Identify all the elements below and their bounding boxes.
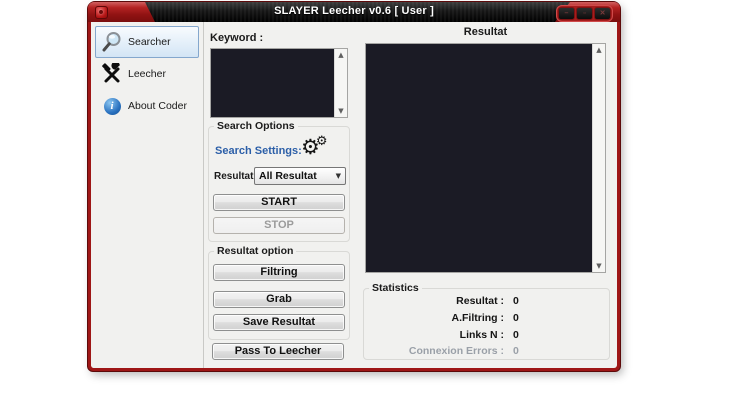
window-controls: – ▫ ✕ xyxy=(556,5,613,22)
window-title: SLAYER Leecher v0.6 [ User ] xyxy=(88,5,620,17)
stat-value: 0 xyxy=(513,345,519,359)
statistics-group: Statistics Resultat : 0 A.Filtring : 0 L… xyxy=(363,288,610,360)
resultat-output[interactable]: ▲ ▼ xyxy=(365,43,606,273)
maximize-button[interactable]: ▫ xyxy=(576,7,593,20)
statistics-group-title: Statistics xyxy=(369,282,422,294)
sidebar-item-label: Leecher xyxy=(128,68,166,80)
gears-icon[interactable]: ⚙⚙ xyxy=(301,137,331,158)
stat-value: 0 xyxy=(513,329,519,343)
close-icon: ✕ xyxy=(600,10,606,17)
minimize-icon: – xyxy=(565,10,569,17)
info-icon: i xyxy=(96,98,128,115)
search-options-group: Search Options Search Settings: ⚙⚙ Resul… xyxy=(208,126,350,242)
pass-to-leecher-button[interactable]: Pass To Leecher xyxy=(212,343,344,360)
scroll-down-icon[interactable]: ▼ xyxy=(593,261,605,271)
app-window: SLAYER Leecher v0.6 [ User ] – ▫ ✕ Searc… xyxy=(88,2,620,371)
tools-icon xyxy=(96,63,128,85)
stop-button[interactable]: STOP xyxy=(213,217,345,234)
search-settings-link[interactable]: Search Settings: xyxy=(215,145,302,157)
resultat-option-group: Resultat option Filtring Grab Save Resul… xyxy=(208,251,350,340)
resultat-scrollbar[interactable]: ▲ ▼ xyxy=(592,44,605,272)
stat-value: 0 xyxy=(513,312,519,326)
sidebar-item-label: Searcher xyxy=(128,36,171,48)
sidebar: Searcher Leecher i About Coder xyxy=(91,22,204,368)
stat-label: Resultat : xyxy=(364,295,504,309)
stat-label: A.Filtring : xyxy=(364,312,504,326)
filtring-button[interactable]: Filtring xyxy=(213,264,345,281)
stat-row-connexion-errors: Connexion Errors : 0 xyxy=(364,345,609,359)
titlebar[interactable]: SLAYER Leecher v0.6 [ User ] – ▫ ✕ xyxy=(88,2,620,22)
stat-label: Connexion Errors : xyxy=(364,345,504,359)
resultat-title: Resultat xyxy=(365,26,606,38)
stat-row-afiltring: A.Filtring : 0 xyxy=(364,312,609,326)
stat-value: 0 xyxy=(513,295,519,309)
maximize-icon: ▫ xyxy=(583,10,585,17)
sidebar-item-label: About Coder xyxy=(128,100,187,112)
sidebar-item-about-coder[interactable]: i About Coder xyxy=(95,90,199,122)
grab-button[interactable]: Grab xyxy=(213,291,345,308)
resultat-of-last-select[interactable]: All Resultat ▼ xyxy=(254,167,346,185)
start-button[interactable]: START xyxy=(213,194,345,211)
sidebar-item-searcher[interactable]: Searcher xyxy=(95,26,199,58)
magnifier-icon xyxy=(96,30,128,54)
search-options-group-title: Search Options xyxy=(214,120,298,132)
keyword-label: Keyword : xyxy=(210,32,263,44)
sidebar-item-leecher[interactable]: Leecher xyxy=(95,58,199,90)
keyword-input[interactable]: ▲ ▼ xyxy=(210,48,348,118)
scroll-up-icon[interactable]: ▲ xyxy=(593,45,605,55)
stat-label: Links N : xyxy=(364,329,504,343)
minimize-button[interactable]: – xyxy=(558,7,575,20)
scroll-down-icon[interactable]: ▼ xyxy=(335,106,347,116)
stat-row-resultat: Resultat : 0 xyxy=(364,295,609,309)
resultat-option-group-title: Resultat option xyxy=(214,245,296,257)
keyword-scrollbar[interactable]: ▲ ▼ xyxy=(334,49,347,117)
chevron-down-icon: ▼ xyxy=(336,173,341,180)
close-button[interactable]: ✕ xyxy=(594,7,611,20)
save-resultat-button[interactable]: Save Resultat xyxy=(213,314,345,331)
client-area: Searcher Leecher i About Coder xyxy=(91,22,617,368)
resultat-of-last-value: All Resultat xyxy=(259,170,317,182)
stat-row-links: Links N : 0 xyxy=(364,329,609,343)
scroll-up-icon[interactable]: ▲ xyxy=(335,50,347,60)
